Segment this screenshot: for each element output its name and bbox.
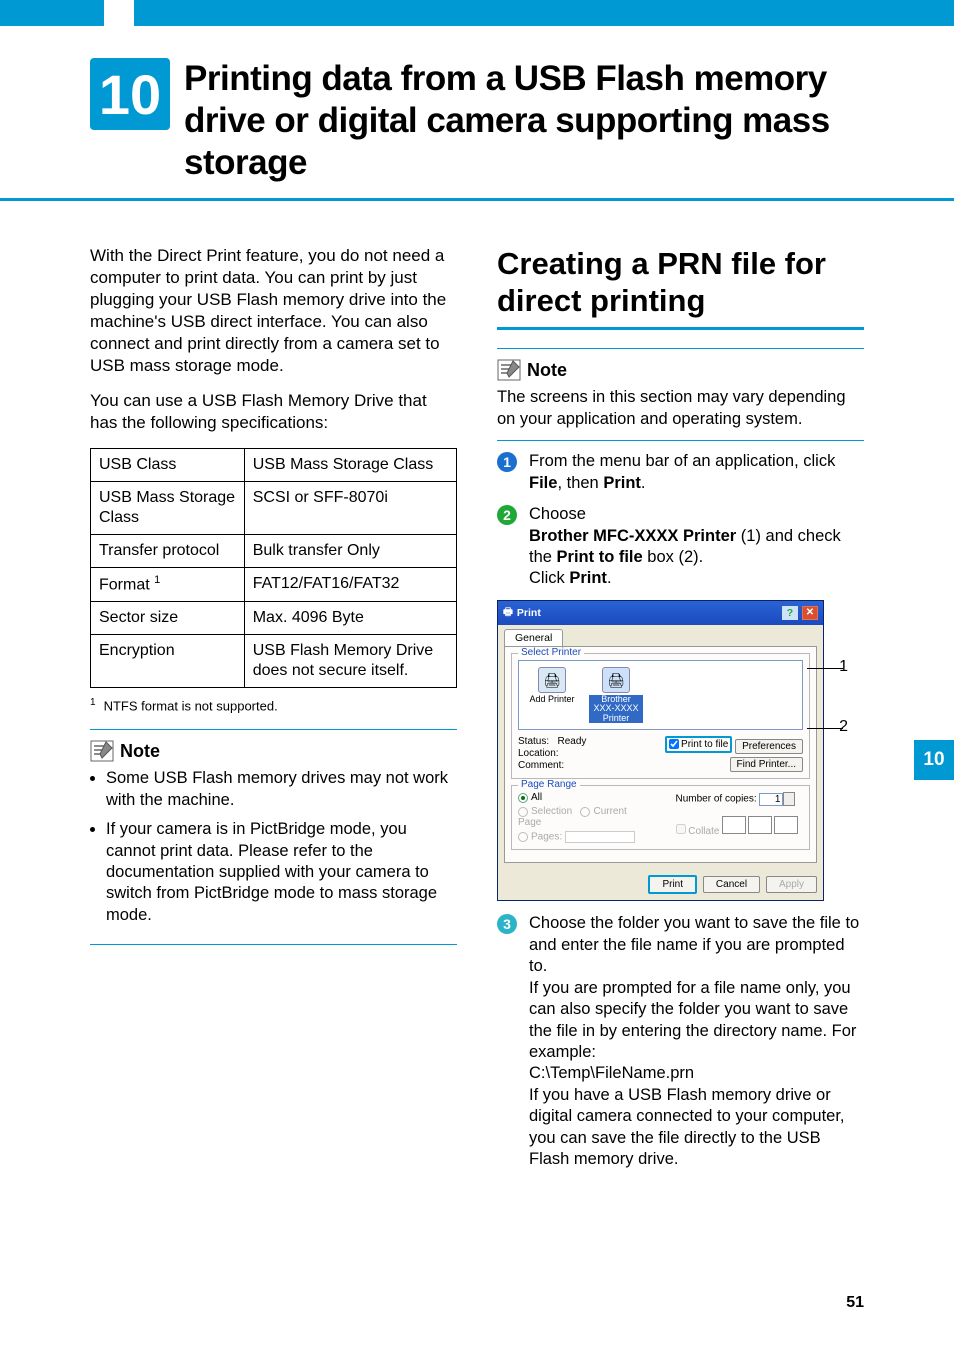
table-cell: Format 1: [91, 567, 245, 601]
table-cell: FAT12/FAT16/FAT32: [244, 567, 456, 601]
note-label: Note: [120, 741, 160, 762]
note-icon: [497, 359, 521, 381]
step-number-2: 2: [497, 505, 517, 525]
step-3: 3 Choose the folder you want to save the…: [497, 913, 864, 1170]
printer-icon: 🖨: [602, 667, 630, 693]
table-cell: USB Mass Storage Class: [244, 448, 456, 481]
spec-table: USB Class USB Mass Storage Class USB Mas…: [90, 448, 457, 688]
location-label: Location:: [518, 748, 586, 759]
table-cell: Bulk transfer Only: [244, 534, 456, 567]
callout-2: 2: [839, 718, 848, 736]
copies-label: Number of copies:: [676, 794, 757, 805]
step-2: 2 Choose Brother MFC-XXXX Printer (1) an…: [497, 504, 864, 590]
cancel-button[interactable]: Cancel: [703, 876, 760, 893]
dialog-title: Print: [517, 607, 541, 619]
note-item: Some USB Flash memory drives may not wor…: [106, 768, 457, 811]
preferences-button[interactable]: Preferences: [735, 739, 803, 754]
table-row: Sector size Max. 4096 Byte: [91, 602, 457, 635]
radio-selection-label: Selection: [531, 806, 572, 817]
intro-para-2: You can use a USB Flash Memory Drive tha…: [90, 390, 457, 434]
step-number-1: 1: [497, 452, 517, 472]
radio-pages: [518, 832, 528, 842]
table-cell: USB Mass Storage Class: [91, 481, 245, 534]
note-body: The screens in this section may vary dep…: [497, 387, 864, 430]
table-cell: Max. 4096 Byte: [244, 602, 456, 635]
close-button[interactable]: ✕: [802, 606, 818, 620]
spinner-buttons[interactable]: [783, 792, 795, 806]
step-1: 1 From the menu bar of an application, c…: [497, 451, 864, 494]
radio-selection: [518, 807, 528, 817]
collate-checkbox: [676, 824, 686, 834]
print-to-file-checkbox[interactable]: Print to file: [665, 736, 732, 753]
comment-label: Comment:: [518, 760, 586, 771]
radio-pages-label: Pages:: [531, 832, 562, 843]
radio-all[interactable]: [518, 793, 528, 803]
table-row: Encryption USB Flash Memory Drive does n…: [91, 635, 457, 688]
print-dialog-screenshot: 🖶 Print ? ✕ General Select Printer 🖨: [497, 600, 864, 902]
note-item: If your camera is in PictBridge mode, yo…: [106, 819, 457, 926]
status-value: Ready: [557, 736, 586, 747]
brother-printer-item[interactable]: 🖨 Brother XXX-XXXX Printer: [589, 667, 643, 723]
note-box-left: Note Some USB Flash memory drives may no…: [90, 729, 457, 945]
table-cell: USB Class: [91, 448, 245, 481]
table-cell: Sector size: [91, 602, 245, 635]
note-icon: [90, 740, 114, 762]
section-title: Creating a PRN file for direct printing: [497, 245, 864, 330]
intro-para-1: With the Direct Print feature, you do no…: [90, 245, 457, 378]
table-row: USB Mass Storage Class SCSI or SFF-8070i: [91, 481, 457, 534]
table-row: Format 1 FAT12/FAT16/FAT32: [91, 567, 457, 601]
page-range-legend: Page Range: [518, 779, 580, 790]
table-cell: USB Flash Memory Drive does not secure i…: [244, 635, 456, 688]
table-row: USB Class USB Mass Storage Class: [91, 448, 457, 481]
print-button[interactable]: Print: [648, 875, 697, 894]
printer-glyph-icon: 🖶: [503, 604, 513, 622]
collate-label: Collate: [688, 826, 719, 837]
step-number-3: 3: [497, 914, 517, 934]
page-number: 51: [846, 1294, 864, 1312]
tab-general[interactable]: General: [504, 629, 563, 646]
copies-spinner[interactable]: 1: [759, 793, 783, 806]
table-cell: SCSI or SFF-8070i: [244, 481, 456, 534]
radio-current-page: [580, 807, 590, 817]
printer-item-label: Brother XXX-XXXX Printer: [589, 695, 643, 723]
help-button[interactable]: ?: [782, 606, 798, 620]
collate-icon: [722, 816, 798, 834]
side-chapter-tab: 10: [914, 740, 954, 780]
dialog-titlebar: 🖶 Print ? ✕: [498, 601, 823, 625]
table-footnote: 1NTFS format is not supported.: [90, 696, 457, 715]
header-top-bar: [0, 0, 954, 26]
chapter-title: Printing data from a USB Flash memory dr…: [184, 58, 864, 184]
status-label: Status:: [518, 736, 549, 747]
printer-list[interactable]: 🖨 Add Printer 🖨 Brother XXX-XXXX Printer: [518, 660, 803, 730]
path-example: C:\Temp\FileName.prn: [529, 1064, 694, 1082]
callout-1: 1: [839, 658, 848, 676]
table-cell: Transfer protocol: [91, 534, 245, 567]
select-printer-legend: Select Printer: [518, 647, 584, 658]
note-label: Note: [527, 360, 567, 381]
right-column: Creating a PRN file for direct printing …: [497, 245, 864, 1181]
table-row: Transfer protocol Bulk transfer Only: [91, 534, 457, 567]
add-printer-item[interactable]: 🖨 Add Printer: [525, 667, 579, 723]
left-column: With the Direct Print feature, you do no…: [90, 245, 457, 1181]
chapter-heading: 10 Printing data from a USB Flash memory…: [0, 58, 954, 201]
radio-all-label: All: [531, 792, 542, 803]
add-printer-icon: 🖨: [538, 667, 566, 693]
apply-button[interactable]: Apply: [766, 876, 817, 893]
chapter-number-badge: 10: [90, 58, 170, 130]
note-box-right: Note The screens in this section may var…: [497, 348, 864, 441]
table-cell: Encryption: [91, 635, 245, 688]
printer-item-label: Add Printer: [525, 695, 579, 704]
find-printer-button[interactable]: Find Printer...: [730, 757, 803, 772]
